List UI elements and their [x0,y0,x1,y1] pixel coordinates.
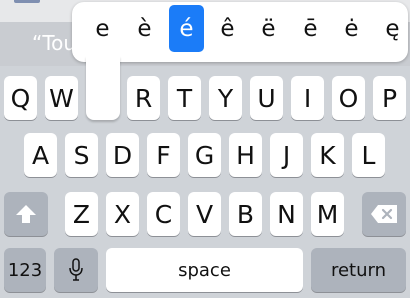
key-f[interactable]: F [147,133,180,177]
key-d[interactable]: D [106,133,139,177]
key-a[interactable]: A [24,133,57,177]
key-l[interactable]: L [352,133,385,177]
key-y[interactable]: Y [209,76,242,120]
accent-option-e-acute[interactable]: é [169,5,204,52]
delete-key[interactable] [362,192,406,236]
key-i[interactable]: I [291,76,324,120]
key-t[interactable]: T [168,76,201,120]
accent-option-e-ogonek[interactable]: ę [375,5,410,52]
numbers-key[interactable]: 123 [4,248,46,292]
accent-option-e[interactable]: e [85,5,120,52]
backspace-icon [371,205,397,223]
return-key[interactable]: return [311,248,406,292]
key-c[interactable]: C [147,192,180,236]
shift-arrow-icon [16,205,36,223]
key-o[interactable]: O [332,76,365,120]
shift-key[interactable] [4,192,48,236]
key-q[interactable]: Q [4,76,37,120]
key-k[interactable]: K [311,133,344,177]
key-u[interactable]: U [250,76,283,120]
key-h[interactable]: H [229,133,262,177]
key-w[interactable]: W [45,76,78,120]
suggestion-text[interactable]: “Tou [32,31,76,55]
top-bar-indicator [14,0,40,3]
space-key[interactable]: space [106,248,303,292]
accent-option-e-macron[interactable]: ē [293,5,328,52]
accent-option-e-diaeresis[interactable]: ë [251,5,286,52]
key-x[interactable]: X [106,192,139,236]
microphone-icon [69,258,83,281]
pressed-e-key-stem [86,56,120,120]
accent-option-e-dot[interactable]: ė [334,5,369,52]
key-b[interactable]: B [229,192,262,236]
accent-option-e-grave[interactable]: è [127,5,162,52]
key-g[interactable]: G [188,133,221,177]
key-v[interactable]: V [188,192,221,236]
accent-option-e-circumflex[interactable]: ê [210,5,245,52]
key-s[interactable]: S [65,133,98,177]
key-z[interactable]: Z [65,192,98,236]
key-j[interactable]: J [270,133,303,177]
dictation-key[interactable] [54,248,98,292]
key-r[interactable]: R [127,76,160,120]
key-n[interactable]: N [270,192,303,236]
key-p[interactable]: P [373,76,406,120]
key-m[interactable]: M [311,192,344,236]
